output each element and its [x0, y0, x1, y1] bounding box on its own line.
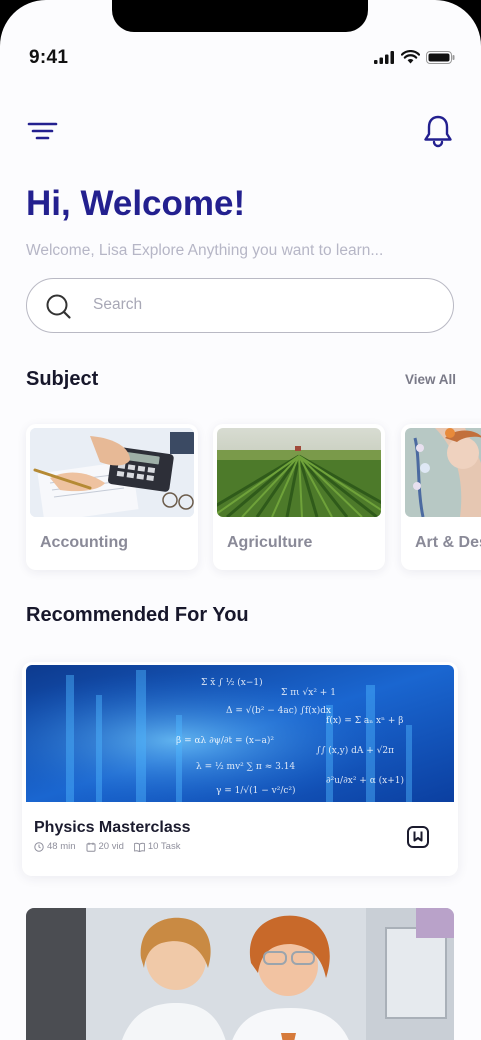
subject-section-title: Subject	[26, 368, 99, 390]
course-title: Physics Masterclass	[34, 819, 191, 836]
svg-text:γ = 1/√(1 − v²/c²): γ = 1/√(1 − v²/c²)	[216, 785, 296, 796]
duration-text: 48 min	[47, 841, 76, 852]
status-time: 9:41	[29, 47, 69, 68]
agriculture-image	[217, 428, 381, 517]
filter-menu-button[interactable]	[27, 118, 59, 146]
calendar-icon	[86, 842, 96, 852]
subject-card-accounting[interactable]: Accounting	[26, 424, 198, 570]
search-bar[interactable]	[26, 278, 454, 333]
recommended-section-title: Recommended For You	[26, 604, 249, 626]
accounting-image	[30, 428, 194, 517]
videos-text: 20 vid	[98, 841, 124, 852]
svg-text:f(x) = Σ aₙ xⁿ + β: f(x) = Σ aₙ xⁿ + β	[326, 715, 403, 726]
book-icon	[134, 842, 145, 852]
wifi-icon	[401, 50, 420, 64]
battery-icon	[426, 50, 455, 64]
svg-text:Σ x̄ ∫ ½ (x−1): Σ x̄ ∫ ½ (x−1)	[201, 677, 263, 688]
search-icon	[46, 294, 71, 319]
greeting-title: Hi, Welcome!	[26, 184, 246, 223]
status-icons	[374, 50, 455, 64]
filter-menu-icon	[27, 122, 58, 140]
subject-label: Agriculture	[227, 534, 313, 551]
greeting-subtitle: Welcome, Lisa Explore Anything you want …	[26, 242, 384, 259]
course-card-physics[interactable]: Σ x̄ ∫ ½ (x−1) Σ πι √x² + 1 Δ = √(b² − 4…	[22, 662, 458, 876]
tasks-meta: 10 Task	[134, 841, 181, 852]
videos-meta: 20 vid	[86, 841, 124, 852]
cellular-signal-icon	[374, 50, 394, 64]
subject-card-agriculture[interactable]: Agriculture	[213, 424, 385, 570]
art-design-image	[405, 428, 481, 517]
bookmark-icon	[407, 826, 429, 848]
search-input[interactable]	[93, 279, 433, 331]
view-all-link[interactable]: View All	[405, 372, 456, 387]
notification-button[interactable]	[422, 114, 454, 148]
svg-text:β = αλ ∂ψ/∂t = (x−a)²: β = αλ ∂ψ/∂t = (x−a)²	[176, 735, 274, 746]
svg-text:∂²u/∂x² + α (x+1): ∂²u/∂x² + α (x+1)	[326, 775, 404, 786]
bookmark-button[interactable]	[406, 825, 430, 849]
bell-icon	[424, 115, 452, 148]
svg-text:Σ πι √x² + 1: Σ πι √x² + 1	[281, 687, 336, 698]
course-card-lab[interactable]	[26, 908, 454, 1040]
svg-text:Δ = √(b² − 4ac) ∫f(x)dx: Δ = √(b² − 4ac) ∫f(x)dx	[226, 705, 331, 716]
duration-meta: 48 min	[34, 841, 76, 852]
svg-text:∫∫ (x,y) dA + √2π: ∫∫ (x,y) dA + √2π	[316, 745, 394, 756]
physics-course-image: Σ x̄ ∫ ½ (x−1) Σ πι √x² + 1 Δ = √(b² − 4…	[26, 665, 454, 802]
subject-card-art-design[interactable]: Art & Design	[401, 424, 481, 570]
tasks-text: 10 Task	[147, 841, 181, 852]
lab-course-image	[26, 908, 454, 1040]
device-notch	[112, 0, 368, 32]
clock-icon	[34, 841, 44, 852]
subject-label: Art & Design	[415, 534, 481, 551]
app-screen: 9:41 Hi, Welcome! Welcome, Lisa Explore …	[0, 0, 481, 1040]
course-meta: 48 min 20 vid 10 Task	[34, 841, 180, 852]
subject-label: Accounting	[40, 534, 128, 551]
svg-text:λ = ½ mv² ∑ π ≈ 3.14: λ = ½ mv² ∑ π ≈ 3.14	[196, 761, 295, 772]
